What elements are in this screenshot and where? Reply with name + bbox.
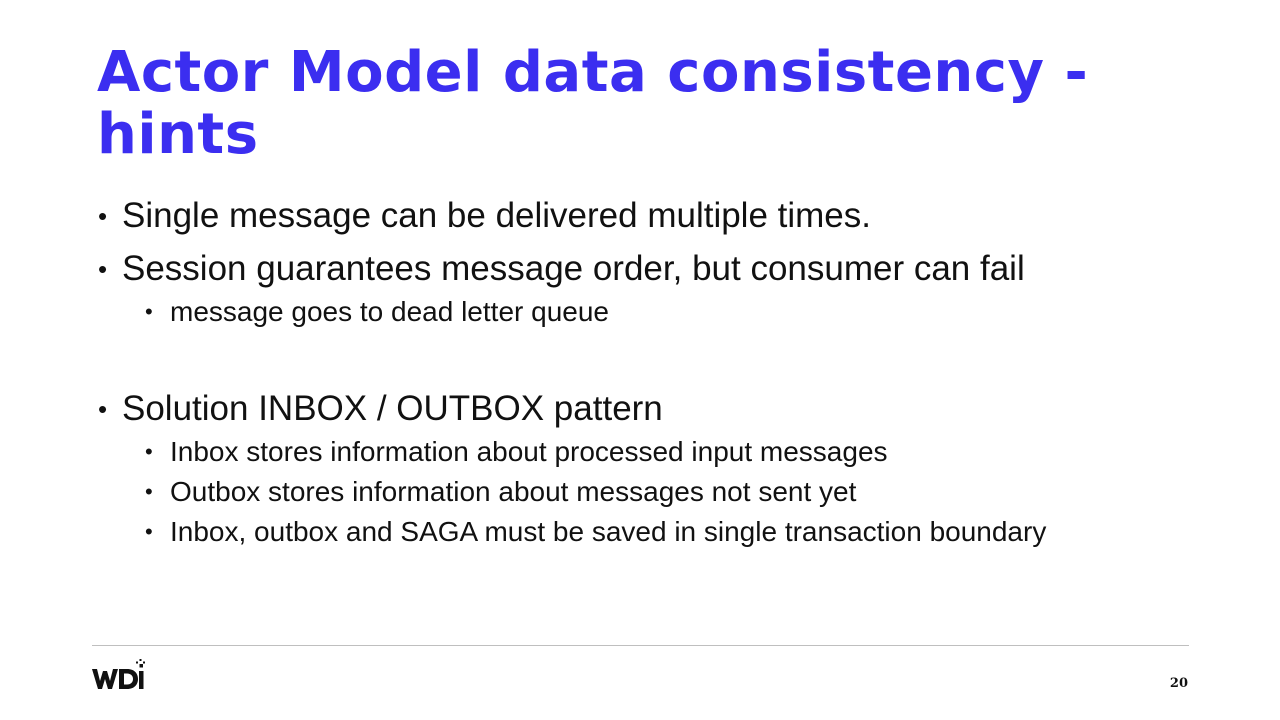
sub-bullet-item: • Outbox stores information about messag… <box>98 472 1218 512</box>
wdi-logo-icon <box>92 659 145 689</box>
slide-title: Actor Model data consistency - hints <box>97 40 1089 167</box>
slide: Actor Model data consistency - hints • S… <box>0 0 1280 720</box>
sub-bullet-text: Inbox, outbox and SAGA must be saved in … <box>170 516 1047 547</box>
footer-divider <box>92 645 1189 646</box>
spacer <box>98 332 1218 386</box>
bullet-item: • Single message can be delivered multip… <box>98 193 1218 239</box>
sub-bullet-item: • message goes to dead letter queue <box>98 292 1218 332</box>
bullet-item: • Session guarantees message order, but … <box>98 246 1218 292</box>
bullet-text: Solution INBOX / OUTBOX pattern <box>122 389 663 428</box>
sub-bullet-text: message goes to dead letter queue <box>170 296 609 327</box>
bullet-glyph: • <box>98 394 108 424</box>
bullet-glyph: • <box>145 479 153 504</box>
bullet-glyph: • <box>145 299 153 324</box>
bullet-glyph: • <box>98 254 108 284</box>
bullet-glyph: • <box>98 201 108 231</box>
bullet-glyph: • <box>145 519 153 544</box>
bullet-text: Single message can be delivered multiple… <box>122 196 871 235</box>
bullet-glyph: • <box>145 439 153 464</box>
sub-bullet-item: • Inbox stores information about process… <box>98 432 1218 472</box>
sub-bullet-text: Outbox stores information about messages… <box>170 476 857 507</box>
page-number: 20 <box>1169 676 1188 691</box>
bullet-item: • Solution INBOX / OUTBOX pattern <box>98 386 1218 432</box>
bullet-list: • Single message can be delivered multip… <box>98 193 1218 552</box>
sub-bullet-text: Inbox stores information about processed… <box>170 436 888 467</box>
sub-bullet-item: • Inbox, outbox and SAGA must be saved i… <box>98 512 1218 552</box>
bullet-text: Session guarantees message order, but co… <box>122 249 1025 288</box>
